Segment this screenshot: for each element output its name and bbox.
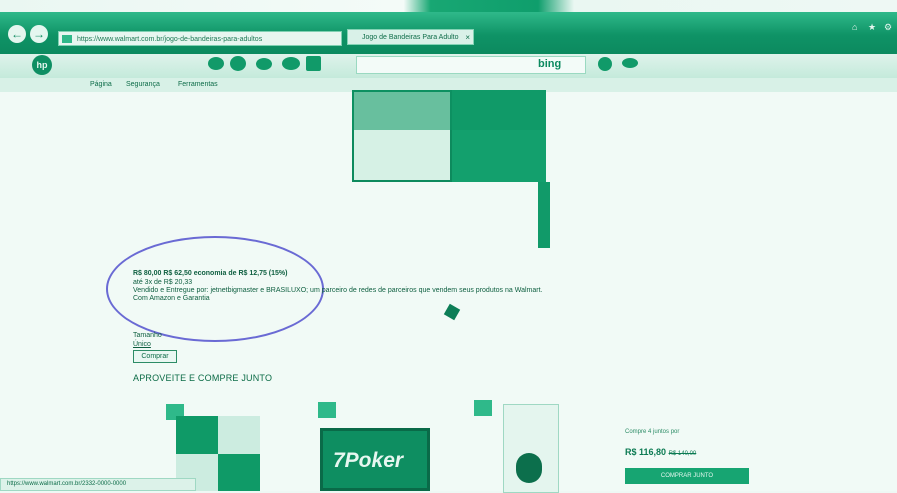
top-strip (0, 0, 897, 12)
product-3-disc (516, 453, 542, 483)
tab-title: Jogo de Bandeiras Para Adulto (362, 34, 459, 41)
product-1-square-b (218, 454, 260, 491)
toolbar-icon-4[interactable] (282, 57, 300, 70)
home-icon[interactable]: ⌂ (852, 22, 857, 32)
favorites-icon[interactable]: ★ (868, 22, 876, 33)
bundle-product-3[interactable] (503, 404, 559, 493)
delivery-text: Com Amazon e Garantia (133, 295, 210, 302)
facebook-icon[interactable] (306, 56, 321, 71)
status-bar-url: https://www.walmart.com.br/2332-0000-000… (0, 478, 196, 491)
address-bar[interactable]: https://www.walmart.com.br/jogo-de-bande… (58, 31, 342, 46)
product-1-square-a (176, 416, 218, 454)
toolbar-icon-1[interactable] (208, 57, 224, 70)
bundle-price: R$ 116,80 R$ 140,00 (625, 447, 696, 457)
menu-ferramentas[interactable]: Ferramentas (178, 78, 218, 92)
browser-tab[interactable]: Jogo de Bandeiras Para Adulto × (347, 29, 474, 45)
toolbar-icon-2[interactable] (230, 56, 246, 71)
buy-button[interactable]: Comprar (133, 350, 177, 363)
buy-together-button[interactable]: COMPRAR JUNTO (625, 468, 749, 484)
toolbar-icon-3[interactable] (256, 58, 272, 70)
bundle-product-2[interactable]: 7Poker (320, 428, 430, 491)
bundle-label: Compre 4 juntos por (625, 429, 680, 435)
menu-pagina[interactable]: Página (90, 78, 112, 92)
menu-seguranca[interactable]: Segurança (126, 78, 160, 92)
toolbar-icon-6[interactable] (622, 58, 638, 68)
address-url: https://www.walmart.com.br/jogo-de-bande… (77, 36, 263, 43)
installments-text: até 3x de R$ 20,33 (133, 279, 193, 286)
back-button[interactable]: ← (8, 25, 26, 43)
section-title: APROVEITE E COMPRE JUNTO (133, 373, 273, 383)
close-tab-icon[interactable]: × (465, 30, 470, 44)
bundle-price-value: R$ 116,80 (625, 447, 667, 457)
bundle-old-price: R$ 140,00 (668, 451, 697, 457)
product-image-top (352, 90, 546, 130)
product-tag-3 (474, 400, 492, 416)
product-tag-2 (318, 402, 336, 418)
forward-button[interactable]: → (30, 25, 48, 43)
settings-icon[interactable]: ⚙ (884, 22, 892, 33)
size-option[interactable]: Único (133, 341, 151, 348)
size-label: Tamanho (133, 332, 162, 339)
toolbar-icon-5[interactable] (598, 57, 612, 71)
bing-label: bing (538, 58, 562, 70)
seller-text: Vendido e Entregue por: jetnetbigmaster … (133, 287, 543, 294)
price-line: R$ 80,00 R$ 62,50 economia de R$ 12,75 (… (133, 270, 288, 277)
hp-logo-icon: hp (32, 55, 52, 75)
page-icon (62, 35, 72, 43)
flag-pole (538, 182, 550, 248)
